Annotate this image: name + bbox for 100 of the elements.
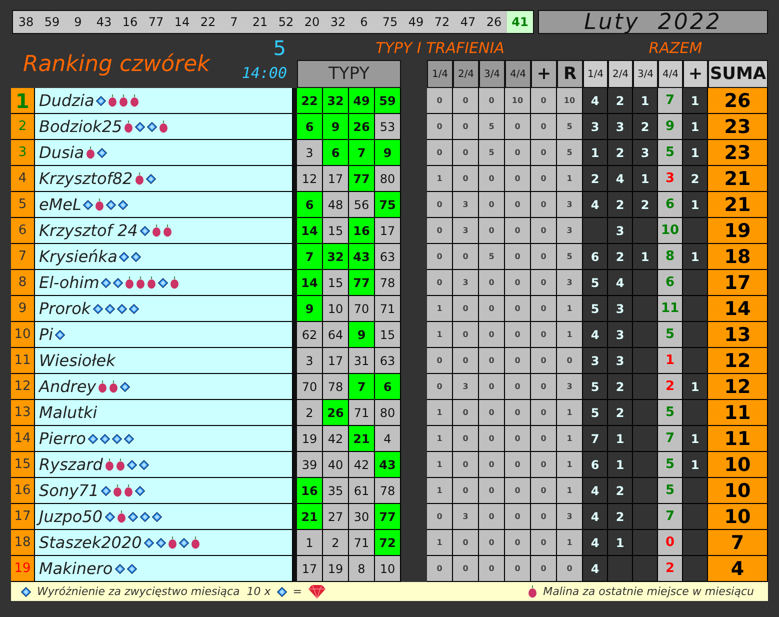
tip-cell: 70 bbox=[297, 374, 323, 400]
diamond-icon bbox=[140, 512, 150, 522]
sum-cell: 13 bbox=[708, 322, 768, 348]
tip-cell: 72 bbox=[375, 530, 401, 556]
total-cell: 4 bbox=[583, 478, 608, 504]
total-cell bbox=[633, 426, 658, 452]
stat-cell: 1 bbox=[557, 166, 583, 192]
tip-cell: 63 bbox=[375, 244, 401, 270]
tip-cell: 40 bbox=[323, 452, 349, 478]
total-cell: 4 bbox=[583, 192, 608, 218]
total-cell: 1 bbox=[658, 348, 683, 374]
total-cell: 10 bbox=[658, 218, 683, 244]
tip-cell: 78 bbox=[375, 270, 401, 296]
stat-cell: 0 bbox=[453, 296, 479, 322]
tip-cell: 7 bbox=[349, 140, 375, 166]
sum-cell: 18 bbox=[708, 244, 768, 270]
stat-cell: 0 bbox=[479, 218, 505, 244]
tip-cell: 31 bbox=[349, 348, 375, 374]
tip-cell: 61 bbox=[349, 478, 375, 504]
stat-cell: 0 bbox=[531, 192, 557, 218]
stat-cell: 0 bbox=[505, 244, 531, 270]
total-cell: 2 bbox=[683, 166, 708, 192]
tip-cell: 4 bbox=[375, 426, 401, 452]
stat-cell: 5 bbox=[557, 140, 583, 166]
stat-cell: 5 bbox=[479, 114, 505, 140]
raspberry-icon bbox=[159, 120, 168, 133]
stat-cell: 1 bbox=[557, 478, 583, 504]
stat-cell: 0 bbox=[479, 348, 505, 374]
total-cell: 5 bbox=[658, 452, 683, 478]
tip-cell: 78 bbox=[375, 478, 401, 504]
total-cell: 2 bbox=[658, 374, 683, 400]
stat-cell: 1 bbox=[427, 296, 453, 322]
tip-cell: 70 bbox=[349, 296, 375, 322]
stat-cell: 0 bbox=[557, 556, 583, 582]
diamond-icon bbox=[100, 434, 110, 444]
tip-cell: 2 bbox=[297, 400, 323, 426]
total-cell: 1 bbox=[608, 452, 633, 478]
tip-cell: 21 bbox=[349, 426, 375, 452]
drawn-number: 43 bbox=[91, 11, 117, 33]
stat-cell: 0 bbox=[453, 452, 479, 478]
stat-cell: 0 bbox=[479, 400, 505, 426]
rank-cell: 19 bbox=[11, 556, 35, 582]
total-cell bbox=[633, 452, 658, 478]
sum-cell: 14 bbox=[708, 296, 768, 322]
diamond-icon bbox=[126, 460, 137, 470]
stat-cell: 0 bbox=[479, 452, 505, 478]
stat-cell: 1 bbox=[427, 166, 453, 192]
stat-cell: 0 bbox=[557, 348, 583, 374]
tip-cell: 8 bbox=[349, 556, 375, 582]
tip-cell: 9 bbox=[349, 322, 375, 348]
tip-cell: 43 bbox=[349, 244, 375, 270]
diamond-icon bbox=[120, 382, 130, 392]
rank-cell: 5 bbox=[11, 192, 35, 218]
drawn-number: 72 bbox=[429, 11, 455, 33]
player-name: Ryszard bbox=[39, 455, 103, 474]
sum-cell: 12 bbox=[708, 374, 768, 400]
raspberry-icon bbox=[112, 484, 122, 497]
stat-cell: 1 bbox=[427, 530, 453, 556]
total-cell bbox=[683, 322, 708, 348]
total-cell: 3 bbox=[608, 322, 633, 348]
tip-cell: 14 bbox=[297, 270, 323, 296]
total-cell: 6 bbox=[583, 244, 608, 270]
rank-cell: 10 bbox=[11, 322, 35, 348]
total-cell: 7 bbox=[658, 88, 683, 114]
raspberry-icon bbox=[95, 198, 104, 211]
raspberry-icon bbox=[109, 380, 118, 393]
total-cell: 5 bbox=[658, 322, 683, 348]
stat-cell: 1 bbox=[557, 400, 583, 426]
rank-cell: 17 bbox=[11, 504, 35, 530]
player-name: Wiesiołek bbox=[39, 351, 116, 370]
rank-cell: 4 bbox=[11, 166, 35, 192]
stat-cell: 0 bbox=[505, 192, 531, 218]
sum-cell: 10 bbox=[708, 452, 768, 478]
tip-cell: 10 bbox=[375, 556, 401, 582]
stat-cell: 0 bbox=[479, 322, 505, 348]
stat-cell: 0 bbox=[531, 530, 557, 556]
stat-cell: 0 bbox=[505, 348, 531, 374]
stat-cell: 1 bbox=[427, 426, 453, 452]
stat-cell: 0 bbox=[479, 556, 505, 582]
total-cell: 1 bbox=[683, 244, 708, 270]
diamond-icon bbox=[128, 512, 138, 522]
drawn-number: 47 bbox=[455, 11, 481, 33]
tip-cell: 16 bbox=[349, 218, 375, 244]
column-header: 2/4 bbox=[453, 60, 479, 88]
diamond-icon bbox=[124, 434, 134, 444]
stat-cell: 0 bbox=[505, 166, 531, 192]
drawn-number: 26 bbox=[481, 11, 507, 33]
player-name: El-ohim bbox=[39, 273, 100, 292]
diamond-icon bbox=[146, 174, 156, 184]
stat-cell: 0 bbox=[531, 270, 557, 296]
sum-cell: 21 bbox=[708, 166, 768, 192]
diamond-icon bbox=[119, 252, 130, 262]
tip-cell: 16 bbox=[297, 478, 323, 504]
diamond-icon bbox=[131, 252, 142, 262]
raspberry-icon bbox=[108, 94, 118, 107]
column-header: 1/4 bbox=[427, 60, 453, 88]
tip-cell: 59 bbox=[375, 88, 401, 114]
tip-cell: 75 bbox=[375, 192, 401, 218]
stat-cell: 0 bbox=[453, 140, 479, 166]
stat-cell: 1 bbox=[557, 322, 583, 348]
